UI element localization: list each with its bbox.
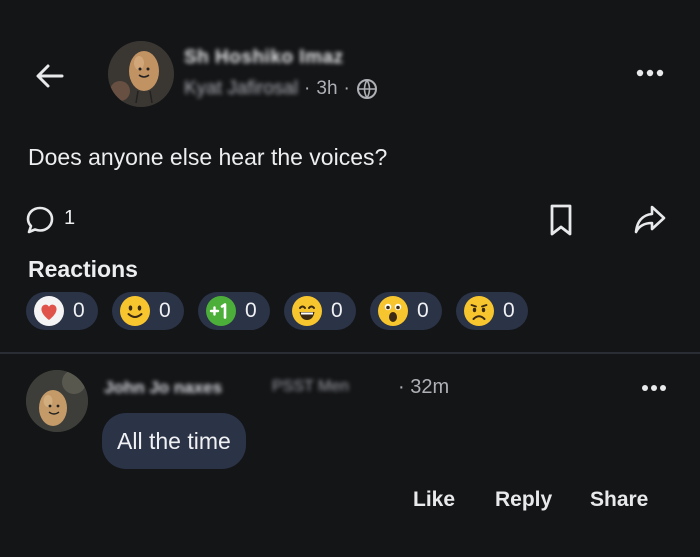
like-button[interactable]: Like [413,488,455,512]
commenter-subtitle: PSST Men [272,378,350,395]
reaction-smile[interactable]: 0 [112,292,184,330]
egg-avatar-icon [108,41,174,107]
post-author-name[interactable]: Sh Hoshiko Imaz [184,47,344,69]
reactions-title: Reactions [28,256,138,282]
reaction-count: 0 [417,299,429,322]
post-text: Does anyone else hear the voices? [28,144,388,170]
commenter-avatar[interactable] [26,370,88,432]
reaction-sad[interactable]: 0 [456,292,528,330]
section-divider [0,352,700,354]
reaction-count: 0 [331,299,343,322]
post-time: 3h [316,78,338,99]
share-button[interactable]: Share [590,488,648,512]
meta-separator: · [304,78,311,99]
egg-avatar-icon [26,370,88,432]
meta-separator-2: · [343,78,350,99]
reaction-count: 0 [503,299,515,322]
comment-more-icon[interactable] [636,376,672,400]
reaction-count: 0 [245,299,257,322]
time-separator: · [398,376,405,398]
reaction-grin[interactable]: 0 [284,292,356,330]
comment-time: · 32m [398,376,449,399]
heart-icon [34,296,64,326]
sad-emoji-icon [464,296,494,326]
reaction-count: 0 [159,299,171,322]
reaction-row: 0 0 0 0 0 0 [26,292,528,330]
grin-emoji-icon [292,296,322,326]
reaction-surprised[interactable]: 0 [370,292,442,330]
surprised-emoji-icon [378,296,408,326]
comment-count[interactable]: 1 [64,207,75,230]
reaction-heart[interactable]: 0 [26,292,98,330]
reaction-plus-one[interactable]: 0 [198,292,270,330]
more-options-icon[interactable] [630,58,670,88]
reply-button[interactable]: Reply [495,488,552,512]
plus-one-icon [206,296,236,326]
comment-time-value: 32m [410,376,450,398]
back-arrow-icon[interactable] [32,58,68,94]
comment-icon[interactable] [24,204,56,236]
bookmark-icon[interactable] [548,203,574,237]
author-avatar[interactable] [108,41,174,107]
comment-bubble: All the time [102,413,246,469]
globe-icon [356,79,377,99]
post-meta: Kyat Jafirosal · 3h · [184,78,378,100]
group-name[interactable]: Kyat Jafirosal [184,78,298,100]
reaction-count: 0 [73,299,85,322]
share-icon[interactable] [632,202,668,236]
commenter-name[interactable]: John Jo naxes [104,378,222,398]
smile-emoji-icon [120,296,150,326]
